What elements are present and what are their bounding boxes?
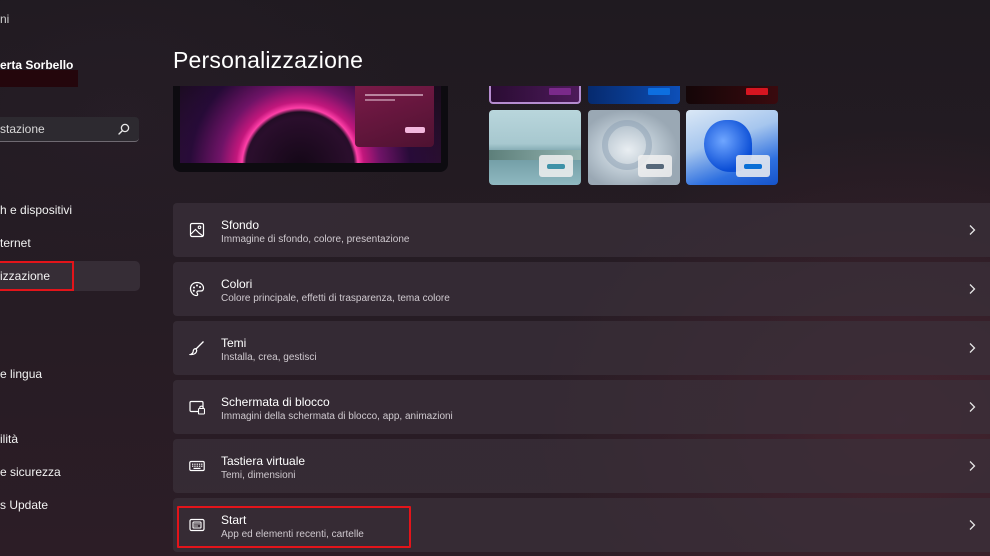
theme-tile-flow[interactable] <box>489 110 581 185</box>
theme-chip <box>549 88 571 95</box>
theme-chip <box>638 155 672 177</box>
user-email-redacted <box>0 70 78 87</box>
search-input[interactable] <box>0 120 110 138</box>
setting-colors[interactable]: Colori Colore principale, effetti di tra… <box>173 262 990 316</box>
desktop-preview <box>173 86 448 172</box>
setting-subtitle: Temi, dimensioni <box>221 470 296 481</box>
setting-themes[interactable]: Temi Installa, crea, gestisci <box>173 321 990 375</box>
sidebar-item-network-internet[interactable]: ternet <box>0 230 140 256</box>
preview-window-line <box>365 99 395 101</box>
image-icon <box>189 222 205 238</box>
theme-tile-bloom-light[interactable] <box>686 110 778 185</box>
theme-chip-accent <box>744 164 762 169</box>
search-icon[interactable] <box>118 123 130 135</box>
setting-touch-keyboard[interactable]: Tastiera virtuale Temi, dimensioni <box>173 439 990 493</box>
preview-window-button <box>405 127 425 133</box>
sidebar-item-accessibility[interactable]: ilità <box>0 426 140 452</box>
theme-chip <box>539 155 573 177</box>
setting-subtitle: Colore principale, effetti di trasparenz… <box>221 293 450 304</box>
theme-tile-bloom-dark[interactable] <box>588 86 680 104</box>
highlight-box-start <box>177 506 411 548</box>
setting-title: Sfondo <box>221 218 260 232</box>
setting-title: Tastiera virtuale <box>221 454 306 468</box>
preview-window <box>355 86 434 147</box>
page-title: Personalizzazione <box>173 47 364 73</box>
sidebar-item-label: e lingua <box>0 367 43 381</box>
preview-window-line <box>365 94 423 96</box>
sidebar-item-windows-update[interactable]: s Update <box>0 492 140 518</box>
theme-chip <box>736 155 770 177</box>
sidebar-item-label: ilità <box>0 432 19 446</box>
chevron-right-icon <box>969 343 976 353</box>
window-title: ni <box>0 12 10 26</box>
setting-title: Schermata di blocco <box>221 395 330 409</box>
setting-subtitle: Immagine di sfondo, colore, presentazion… <box>221 234 410 245</box>
theme-tile-captured-motion[interactable] <box>686 86 778 104</box>
setting-title: Temi <box>221 336 247 350</box>
keyboard-icon <box>189 460 205 472</box>
theme-chip-accent <box>646 164 664 169</box>
theme-chip-accent <box>547 164 565 169</box>
theme-chip <box>746 88 768 95</box>
setting-subtitle: Immagini della schermata di blocco, app,… <box>221 411 453 422</box>
setting-background[interactable]: Sfondo Immagine di sfondo, colore, prese… <box>173 203 990 257</box>
theme-tile-glow[interactable] <box>489 86 581 104</box>
sidebar-item-privacy-security[interactable]: e sicurezza <box>0 459 140 485</box>
setting-lock-screen[interactable]: Schermata di blocco Immagini della scher… <box>173 380 990 434</box>
lock-screen-icon <box>189 400 205 415</box>
sidebar-item-bluetooth-devices[interactable]: h e dispositivi <box>0 197 140 223</box>
theme-chip <box>648 88 670 95</box>
sidebar-item-label: e sicurezza <box>0 465 61 479</box>
highlight-box-personalization <box>0 261 74 291</box>
search-box[interactable] <box>0 117 139 142</box>
theme-tile-sunrise[interactable] <box>588 110 680 185</box>
chevron-right-icon <box>969 520 976 530</box>
sidebar: ni erta Sorbello h e dispositivi ternet … <box>0 0 150 556</box>
setting-title: Colori <box>221 277 253 291</box>
sidebar-item-label: h e dispositivi <box>0 203 73 217</box>
chevron-right-icon <box>969 402 976 412</box>
brush-icon <box>189 341 204 356</box>
chevron-right-icon <box>969 225 976 235</box>
palette-icon <box>189 281 205 297</box>
chevron-right-icon <box>969 461 976 471</box>
sidebar-item-time-language[interactable]: e lingua <box>0 361 140 387</box>
chevron-right-icon <box>969 284 976 294</box>
setting-subtitle: Installa, crea, gestisci <box>221 352 317 363</box>
sidebar-item-label: s Update <box>0 498 49 512</box>
sidebar-item-label: ternet <box>0 236 31 250</box>
